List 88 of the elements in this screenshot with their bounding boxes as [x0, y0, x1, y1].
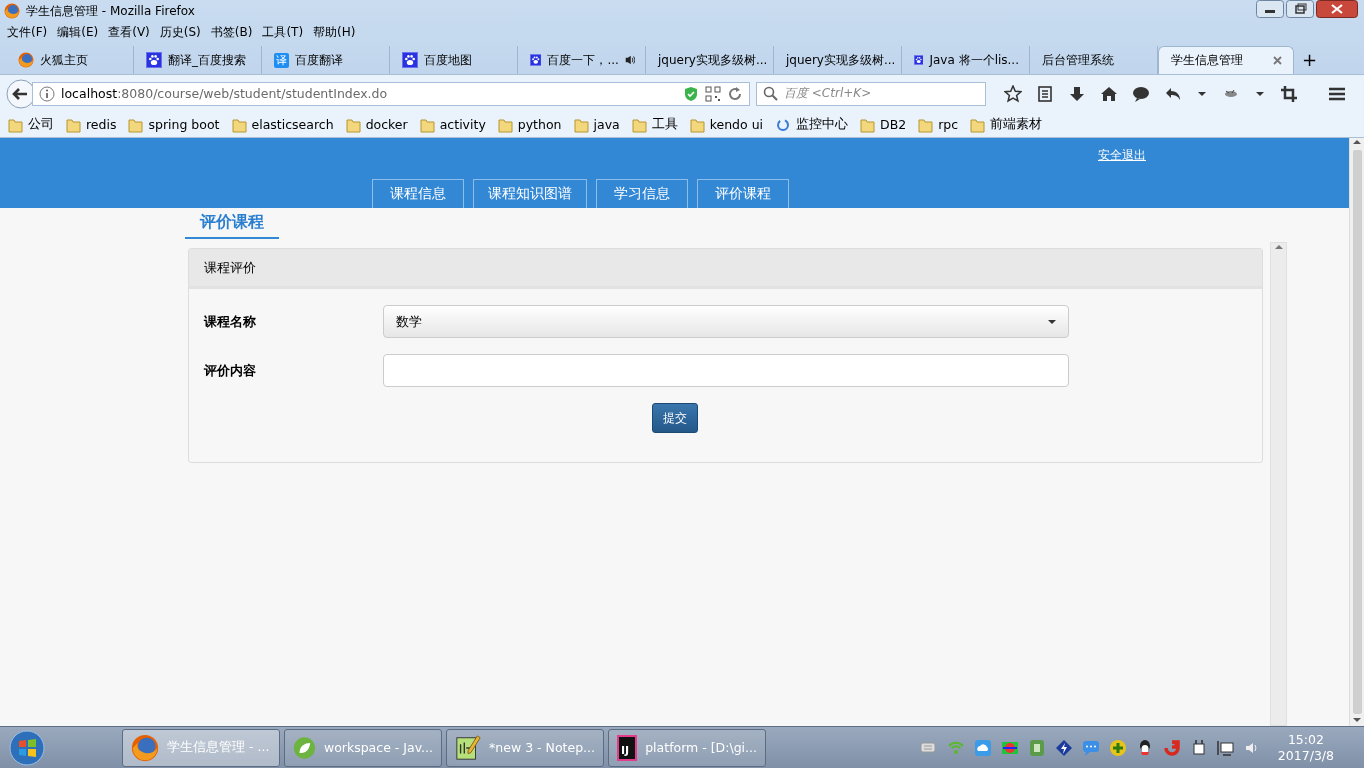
bolt-icon[interactable] [1054, 738, 1073, 757]
taskbar-button[interactable]: IJ platform - [D:\gi... [608, 728, 766, 767]
qr-code-icon[interactable] [705, 85, 721, 102]
paw-icon [146, 52, 162, 68]
plus-icon[interactable] [1108, 738, 1127, 757]
restore-button[interactable] [1286, 0, 1314, 18]
nav-tab[interactable]: 课程知识图谱 [473, 179, 587, 208]
minimize-button[interactable] [1256, 0, 1284, 18]
folder-icon [8, 116, 23, 133]
paw-icon [914, 52, 924, 68]
menu-item[interactable]: 帮助(H) [308, 23, 361, 41]
folder-icon [419, 116, 435, 133]
folder-icon [345, 116, 361, 133]
translate-icon: 译 [274, 52, 289, 68]
new-tab-button[interactable]: + [1294, 48, 1326, 74]
submit-button[interactable]: 提交 [652, 403, 698, 433]
window-title: 学生信息管理 - Mozilla Firefox [26, 2, 196, 20]
browser-tab[interactable]: 学生信息管理 [1158, 46, 1294, 74]
nav-tab[interactable]: 评价课程 [697, 179, 789, 208]
folder-icon [231, 116, 247, 133]
firefox-icon [131, 733, 159, 762]
star-button[interactable] [1004, 84, 1022, 103]
paw-icon [530, 52, 542, 68]
scroll-up-icon[interactable] [1273, 243, 1284, 251]
folder-icon [860, 116, 876, 133]
folder-icon [128, 116, 144, 133]
bookmark-item[interactable]: java [573, 116, 620, 133]
crop-button[interactable] [1280, 84, 1298, 103]
info-icon[interactable] [39, 85, 55, 102]
folder-icon [497, 116, 513, 133]
course-select[interactable]: 数学 [383, 305, 1069, 338]
bookmark-item[interactable]: 工具 [631, 116, 678, 133]
shield-icon[interactable] [683, 85, 699, 102]
field-label: 课程名称 [204, 312, 257, 331]
clock-date: 2017/3/8 [1277, 747, 1334, 764]
bookmark-item[interactable]: redis [66, 116, 117, 133]
folder-icon [573, 116, 589, 133]
close-tab-icon[interactable] [1272, 55, 1283, 66]
notepad-icon [455, 733, 482, 762]
menu-item[interactable]: 书签(B) [205, 23, 258, 41]
bookmark-item[interactable]: kendo ui [689, 116, 764, 133]
start-button[interactable] [8, 728, 46, 767]
address-field[interactable]: localhost:8080/course/web/student/studentIndex.do [32, 81, 750, 106]
scrollbar[interactable] [1270, 242, 1287, 726]
caret-icon [1048, 319, 1056, 324]
folder-icon [66, 116, 81, 133]
field-label: 评价内容 [204, 361, 257, 380]
menu-item[interactable]: 文件(F) [2, 23, 53, 41]
reload-icon[interactable] [727, 85, 743, 102]
bookmark-item[interactable]: 前端素材 [970, 116, 1043, 133]
scrollbar[interactable] [1349, 138, 1364, 726]
app-icon: IJ [617, 734, 638, 761]
logout-link[interactable]: 安全退出 [1098, 147, 1146, 164]
cloud-icon[interactable] [973, 738, 992, 757]
bookmark-item[interactable]: 监控中心 [775, 116, 849, 133]
menu-item[interactable]: 编辑(E) [52, 23, 104, 41]
bookmark-item[interactable]: 公司 [8, 116, 54, 133]
bookmark-item[interactable]: activity [419, 116, 486, 133]
nav-tab[interactable]: 课程信息 [372, 179, 464, 208]
bookmark-item[interactable]: docker [345, 116, 408, 133]
menu-item[interactable]: 查看(V) [103, 23, 155, 41]
menu-item[interactable]: 工具(T) [257, 23, 309, 41]
chat-button[interactable] [1132, 84, 1150, 103]
close-button[interactable] [1316, 0, 1358, 18]
panel-title: 课程评价 [189, 249, 1262, 289]
home-button[interactable] [1100, 84, 1118, 103]
download-button[interactable] [1068, 84, 1086, 103]
search-icon [763, 86, 778, 101]
paw-icon [402, 52, 418, 68]
bookmark-item[interactable]: python [497, 116, 562, 133]
bookmark-item[interactable]: rpc [918, 116, 959, 133]
bookmark-item[interactable]: spring boot [128, 116, 220, 133]
search-field[interactable]: 百度 <Ctrl+K> [756, 81, 986, 106]
bookmark-item[interactable]: elasticsearch [231, 116, 334, 133]
input-field[interactable] [383, 354, 1069, 387]
nav-tab[interactable]: 学习信息 [596, 179, 688, 208]
folder-icon [970, 116, 986, 133]
folder-icon [918, 116, 934, 133]
firefox-icon [18, 52, 34, 68]
folder-icon [689, 116, 705, 133]
firefox-icon [4, 3, 20, 19]
folder-icon [631, 116, 647, 133]
network-icon[interactable] [1216, 738, 1235, 757]
reading-list-button[interactable] [1036, 84, 1054, 103]
menu-item[interactable]: 历史(S) [154, 23, 206, 41]
bookmark-item[interactable]: DB2 [860, 116, 907, 133]
clock-time: 15:02 [1287, 731, 1324, 748]
section-tab[interactable]: 评价课程 [185, 208, 279, 239]
